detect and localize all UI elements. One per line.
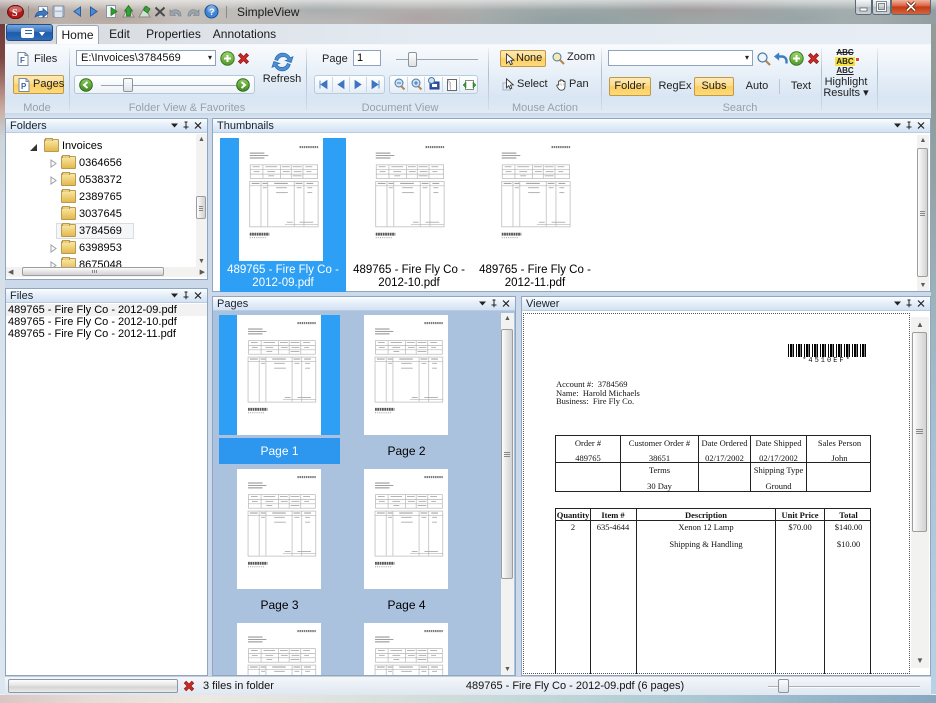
svg-text:P: P (21, 82, 27, 91)
svg-text:S: S (12, 8, 18, 19)
svg-text:F: F (20, 56, 25, 65)
svg-text:?: ? (209, 7, 215, 17)
